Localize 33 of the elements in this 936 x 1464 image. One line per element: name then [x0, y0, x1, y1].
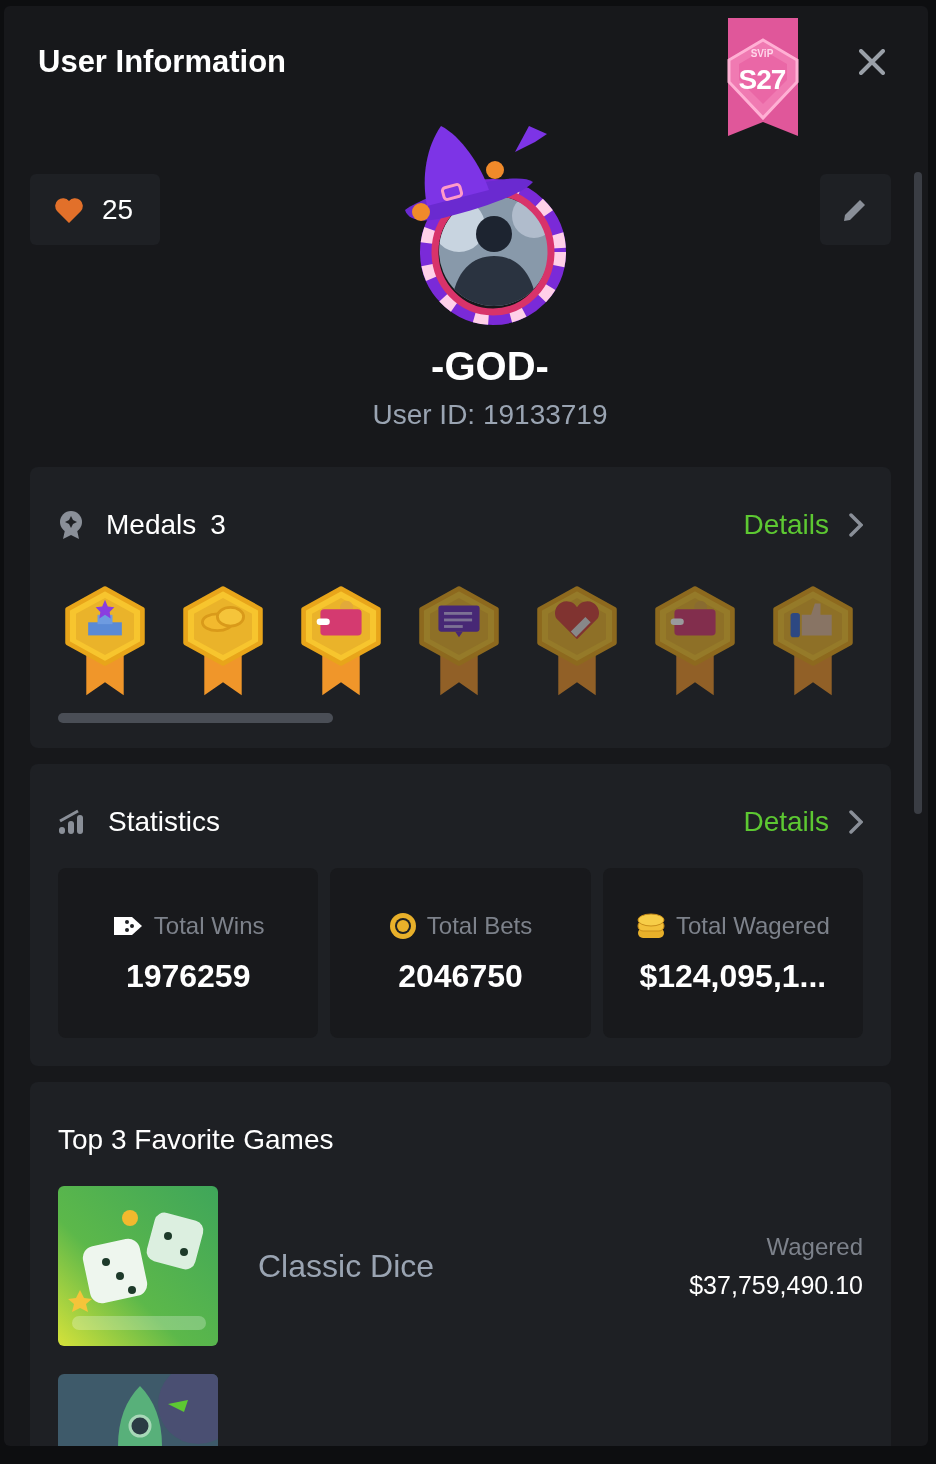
- stat-value: $124,095,1...: [639, 957, 827, 995]
- chart-icon: [58, 809, 86, 835]
- panel-title: User Information: [38, 44, 287, 80]
- stat-value: 2046750: [398, 957, 523, 995]
- scrollbar[interactable]: [914, 172, 922, 814]
- vip-level-label: S27: [737, 64, 787, 96]
- stat-label: Total Wagered: [675, 911, 830, 940]
- close-button[interactable]: [857, 47, 887, 77]
- stat-label: Total Bets: [426, 911, 533, 940]
- scrollbar[interactable]: [58, 713, 333, 723]
- statistics-title: Statistics: [108, 806, 221, 838]
- medals-count: 3: [210, 509, 226, 541]
- chevron-right-icon: [849, 810, 863, 834]
- wagered-amount: $37,759,490.10: [689, 1270, 863, 1300]
- details-link[interactable]: Details: [743, 509, 863, 541]
- stat-label: Total Wins: [153, 911, 265, 940]
- user-id: User ID: 19133719: [372, 399, 608, 431]
- game-name: Classic Dice: [258, 1247, 435, 1285]
- medal-outline-icon: [58, 510, 84, 540]
- stat-value: 1976259: [125, 957, 251, 995]
- chevron-right-icon: [849, 513, 863, 537]
- medals-title: Medals: [106, 509, 197, 541]
- likes-count: 25: [102, 193, 134, 226]
- coin-stack-icon: [635, 911, 666, 940]
- coin-icon: [388, 911, 417, 940]
- vip-tier-label: SViP: [749, 48, 775, 59]
- favorite-games-title: Top 3 Favorite Games: [58, 1123, 335, 1157]
- edit-button[interactable]: [820, 174, 891, 245]
- details-link[interactable]: Details: [743, 806, 863, 838]
- heart-icon: [54, 195, 84, 224]
- likes-counter[interactable]: 25: [30, 174, 160, 245]
- username: -GOD-: [431, 344, 549, 389]
- wagered-label: Wagered: [766, 1232, 863, 1261]
